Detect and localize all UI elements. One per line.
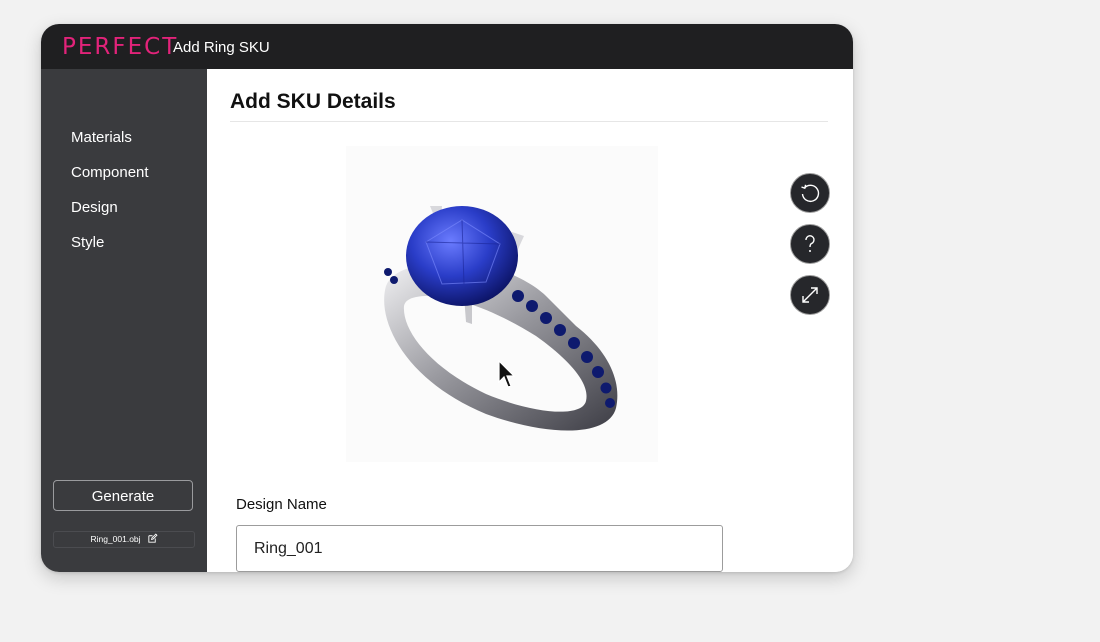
sidebar-item-style[interactable]: Style [71, 234, 104, 252]
generate-button[interactable]: Generate [53, 480, 193, 511]
brand-logo: PERFECT [62, 34, 179, 60]
rotate-icon [801, 184, 820, 203]
main-panel: Add SKU Details Design Name Ring_001 [207, 69, 853, 572]
sidebar-item-component[interactable]: Component [71, 164, 149, 182]
mouse-cursor-icon [498, 360, 516, 388]
edit-icon[interactable] [147, 533, 158, 544]
file-name: Ring_001.obj [90, 534, 141, 544]
page-title: Add SKU Details [230, 90, 396, 113]
design-name-label: Design Name [236, 496, 327, 513]
sidebar-item-design[interactable]: Design [71, 199, 118, 217]
ring-image [384, 206, 618, 431]
window-title: Add Ring SKU [173, 39, 270, 56]
expand-icon [802, 287, 818, 303]
sidebar-item-materials[interactable]: Materials [71, 129, 132, 147]
ring-preview-viewer[interactable] [346, 146, 658, 462]
sidebar: Materials Component Design Style Generat… [41, 69, 207, 572]
heading-divider [230, 121, 828, 122]
help-icon [805, 235, 815, 252]
help-button[interactable] [790, 224, 830, 264]
fullscreen-button[interactable] [790, 275, 830, 315]
app-window: PERFECT Add Ring SKU Materials Component… [41, 24, 853, 572]
rotate-view-button[interactable] [790, 173, 830, 213]
title-bar: PERFECT Add Ring SKU [41, 24, 853, 69]
design-name-input[interactable] [236, 525, 723, 572]
file-chip: Ring_001.obj [53, 531, 195, 548]
